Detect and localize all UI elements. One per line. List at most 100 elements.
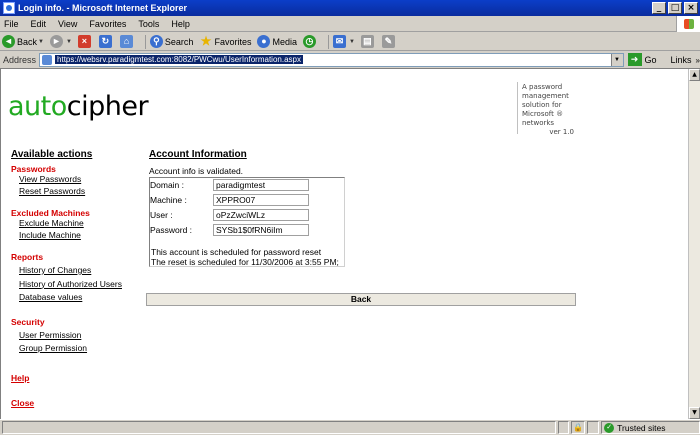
address-bar: Address https://websrv.paradigmtest.com:… [0, 51, 700, 69]
link-include-machine[interactable]: Include Machine [19, 230, 141, 242]
edit-button[interactable]: ✎ [381, 35, 397, 48]
link-database-values[interactable]: Database values [19, 292, 141, 304]
version: ver 1.0 [549, 128, 574, 136]
status-cell [587, 421, 600, 434]
forward-arrow-icon: ► [49, 35, 63, 48]
address-url[interactable]: https://websrv.paradigmtest.com:8082/PWC… [55, 55, 303, 64]
section-excluded-machines: Excluded Machines [11, 208, 90, 218]
star-icon: ★ [200, 34, 212, 48]
menu-bar: File Edit View Favorites Tools Help [0, 16, 700, 32]
history-icon: ◷ [302, 35, 316, 48]
vertical-scrollbar[interactable]: ▲ ▼ [688, 69, 700, 419]
link-exclude-machine[interactable]: Exclude Machine [19, 218, 141, 230]
window-title: Login info. - Microsoft Internet Explore… [18, 3, 188, 13]
refresh-icon: ↻ [98, 35, 112, 48]
go-label: Go [644, 54, 657, 65]
print-button[interactable]: ▤ [360, 35, 376, 48]
validated-message: Account info is validated. [149, 166, 244, 176]
security-zone: ✓ Trusted sites [601, 421, 700, 434]
favorites-button[interactable]: ★ Favorites [199, 34, 252, 48]
title-bar: Login info. - Microsoft Internet Explore… [0, 0, 700, 16]
address-label: Address [3, 54, 37, 65]
chevron-down-icon: ▼ [38, 38, 44, 45]
chevron-down-icon: ▼ [65, 38, 72, 45]
link-group-permission[interactable]: Group Permission [19, 343, 141, 355]
media-button[interactable]: ● Media [257, 35, 297, 48]
toolbar: ◄ Back ▼ ► ▼ × ↻ ⌂ ⚲ Search ★ Favorites … [0, 33, 700, 51]
link-reset-passwords[interactable]: Reset Passwords [19, 186, 141, 198]
link-history-of-authorized-users[interactable]: History of Authorized Users [19, 279, 141, 291]
status-bar: 🔒 ✓ Trusted sites [0, 419, 700, 435]
machine-value: XPPRO07 [213, 194, 309, 206]
menu-file[interactable]: File [4, 19, 19, 29]
ie-icon [3, 2, 15, 14]
back-label: Back [17, 36, 38, 47]
favorites-label: Favorites [214, 36, 252, 47]
stop-icon: × [77, 35, 91, 48]
back-button[interactable]: ◄ Back ▼ [2, 35, 44, 48]
reset-time-note: The reset is scheduled for 11/30/2006 at… [151, 257, 339, 267]
link-view-passwords[interactable]: View Passwords [19, 174, 141, 186]
domain-label: Domain : [150, 180, 185, 190]
section-reports: Reports [11, 252, 44, 262]
lock-icon: 🔒 [571, 421, 586, 434]
user-label: User : [150, 210, 173, 220]
status-text [2, 421, 556, 434]
search-label: Search [164, 36, 194, 47]
password-label: Password : [150, 225, 193, 235]
user-value: oPzZwciWLz [213, 209, 309, 221]
maximize-button[interactable]: □ [668, 2, 682, 14]
page-icon [42, 54, 53, 65]
home-button[interactable]: ⌂ [119, 35, 135, 48]
address-input[interactable]: https://websrv.paradigmtest.com:8082/PWC… [39, 52, 624, 67]
chevron-right-icon: » [695, 55, 700, 65]
minimize-button[interactable]: _ [652, 2, 666, 14]
check-icon: ✓ [604, 422, 615, 433]
chevron-down-icon: ▼ [348, 38, 355, 45]
links-label: Links [670, 54, 692, 65]
back-page-button[interactable]: Back [146, 293, 576, 306]
link-user-permission[interactable]: User Permission [19, 330, 141, 342]
scroll-up-icon[interactable]: ▲ [689, 69, 700, 81]
sidebar: Available actions Passwords View Passwor… [11, 149, 141, 408]
home-icon: ⌂ [119, 35, 133, 48]
password-value: SYSb1$0fRN6iIm [213, 224, 309, 236]
zone-label: Trusted sites [617, 422, 666, 433]
tagline: A password management solution for Micro… [522, 83, 574, 136]
menu-favorites[interactable]: Favorites [89, 19, 126, 29]
page-content: autocipher A password management solutio… [0, 69, 688, 419]
go-arrow-icon: ➜ [627, 53, 642, 66]
print-icon: ▤ [360, 35, 374, 48]
search-button[interactable]: ⚲ Search [149, 35, 194, 48]
menu-edit[interactable]: Edit [31, 19, 47, 29]
chevron-down-icon[interactable]: ▼ [610, 53, 623, 66]
status-cell [557, 421, 570, 434]
links-button[interactable]: Links» [671, 55, 700, 65]
account-details-box: Domain : paradigmtest Machine : XPPRO07 … [149, 177, 345, 267]
menu-help[interactable]: Help [171, 19, 190, 29]
windows-logo-icon [676, 16, 700, 32]
sidebar-title: Available actions [11, 149, 93, 160]
autocipher-logo: autocipher [8, 91, 149, 122]
account-title: Account Information [149, 149, 247, 160]
go-button[interactable]: ➜ Go [627, 53, 657, 66]
search-icon: ⚲ [149, 35, 163, 48]
forward-button[interactable]: ► ▼ [49, 35, 72, 48]
refresh-button[interactable]: ↻ [98, 35, 114, 48]
menu-view[interactable]: View [58, 19, 77, 29]
schedule-note: This account is scheduled for password r… [151, 247, 322, 257]
stop-button[interactable]: × [77, 35, 93, 48]
history-button[interactable]: ◷ [302, 35, 318, 48]
link-close[interactable]: Close [11, 398, 141, 408]
media-label: Media [272, 36, 297, 47]
menu-tools[interactable]: Tools [138, 19, 159, 29]
mail-icon: ✉ [332, 35, 346, 48]
scroll-down-icon[interactable]: ▼ [689, 407, 700, 419]
account-information: Account Information Account info is vali… [149, 149, 345, 267]
link-history-of-changes[interactable]: History of Changes [19, 265, 141, 277]
section-passwords: Passwords [11, 164, 56, 174]
close-button[interactable]: × [684, 2, 698, 14]
link-help[interactable]: Help [11, 373, 141, 383]
back-arrow-icon: ◄ [2, 35, 15, 48]
mail-button[interactable]: ✉ ▼ [332, 35, 355, 48]
